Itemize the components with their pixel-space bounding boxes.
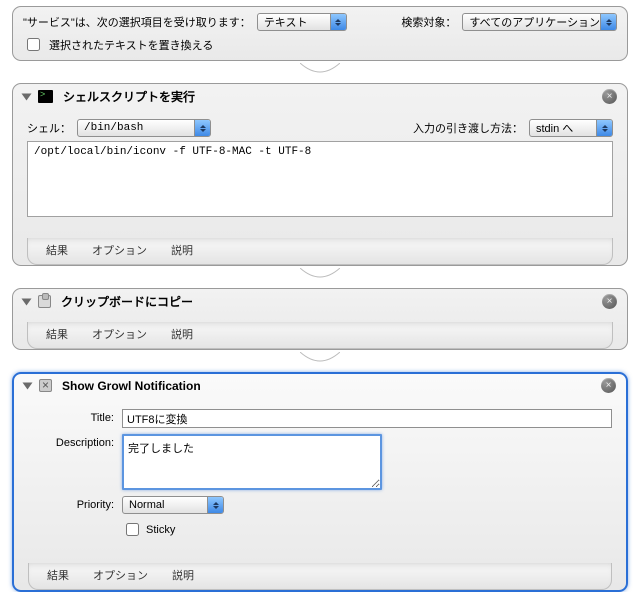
shell-script-textarea[interactable] <box>27 141 613 217</box>
tab-description[interactable]: 説明 <box>171 242 193 258</box>
flow-connector <box>0 352 640 366</box>
terminal-icon <box>38 90 53 103</box>
growl-sticky-checkbox[interactable] <box>126 523 139 536</box>
disclosure-triangle-icon[interactable] <box>23 382 33 389</box>
close-icon[interactable]: × <box>602 89 617 104</box>
growl-priority-select[interactable]: Normal <box>122 496 224 514</box>
tab-options[interactable]: オプション <box>93 567 148 583</box>
service-input-panel: "サービス"は、次の選択項目を受け取ります： テキスト 検索対象： すべてのアプ… <box>12 6 628 61</box>
tab-description[interactable]: 説明 <box>171 326 193 342</box>
tab-results[interactable]: 結果 <box>47 567 69 583</box>
tab-description[interactable]: 説明 <box>172 567 194 583</box>
pass-input-label: 入力の引き渡し方法： <box>413 120 523 136</box>
close-icon[interactable]: × <box>602 294 617 309</box>
tab-results[interactable]: 結果 <box>46 242 68 258</box>
action-tabs: 結果 オプション 説明 <box>27 238 613 265</box>
action-title: Show Growl Notification <box>62 379 201 393</box>
search-scope-label: 検索対象： <box>401 14 456 30</box>
action-title: シェルスクリプトを実行 <box>63 88 195 105</box>
flow-connector <box>0 63 640 77</box>
disclosure-triangle-icon[interactable] <box>22 93 32 100</box>
replace-selection-label: 選択されたテキストを置き換える <box>49 37 213 53</box>
growl-description-textarea[interactable] <box>122 434 382 490</box>
service-input-type-select[interactable]: テキスト <box>257 13 347 31</box>
growl-description-label: Description: <box>28 434 114 449</box>
pass-input-select[interactable]: stdin へ <box>529 119 613 137</box>
flow-connector <box>0 268 640 282</box>
growl-title-label: Title: <box>28 409 114 424</box>
run-shell-script-action: シェルスクリプトを実行 × シェル： /bin/bash 入力の引き渡し方法： … <box>12 83 628 266</box>
tab-options[interactable]: オプション <box>92 326 147 342</box>
shell-label: シェル： <box>27 120 71 136</box>
service-intro-label: "サービス"は、次の選択項目を受け取ります： <box>23 14 251 30</box>
growl-priority-label: Priority: <box>28 499 114 511</box>
action-title: クリップボードにコピー <box>61 293 193 310</box>
growl-sticky-label: Sticky <box>146 524 175 536</box>
growl-notification-action: Show Growl Notification × Title: Descrip… <box>12 372 628 592</box>
replace-selection-checkbox[interactable] <box>27 38 40 51</box>
disclosure-triangle-icon[interactable] <box>22 298 32 305</box>
copy-to-clipboard-action: クリップボードにコピー × 結果 オプション 説明 <box>12 288 628 350</box>
close-icon[interactable]: × <box>601 378 616 393</box>
tab-results[interactable]: 結果 <box>46 326 68 342</box>
action-tabs: 結果 オプション 説明 <box>28 563 612 590</box>
growl-title-input[interactable] <box>122 409 612 428</box>
shell-select[interactable]: /bin/bash <box>77 119 211 137</box>
tab-options[interactable]: オプション <box>92 242 147 258</box>
action-tabs: 結果 オプション 説明 <box>27 322 613 349</box>
search-scope-select[interactable]: すべてのアプリケーション <box>462 13 617 31</box>
clipboard-icon <box>38 295 51 308</box>
growl-icon <box>39 379 52 392</box>
